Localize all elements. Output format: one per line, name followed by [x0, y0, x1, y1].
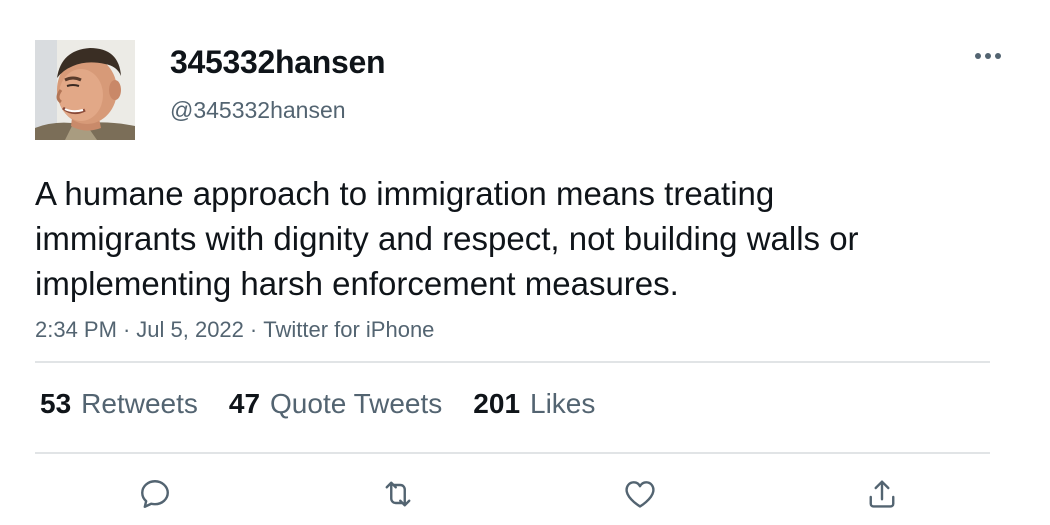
display-name[interactable]: 345332hansen [170, 44, 386, 81]
more-options-button[interactable] [968, 40, 1008, 72]
heart-icon [625, 481, 655, 508]
tweet-source[interactable]: Twitter for iPhone [263, 317, 434, 342]
tweet-meta: 2:34 PM · Jul 5, 2022 · Twitter for iPhone [35, 317, 434, 343]
likes-stat[interactable]: 201 Likes [473, 388, 595, 420]
meta-separator: · [249, 317, 258, 342]
meta-separator: · [122, 317, 131, 342]
likes-count: 201 [473, 388, 521, 419]
quote-tweets-count: 47 [228, 388, 261, 419]
retweets-label: Retweets [81, 388, 198, 419]
quote-tweets-label: Quote Tweets [270, 388, 443, 419]
reply-icon [141, 480, 169, 508]
avatar[interactable] [35, 40, 135, 140]
engagement-stats: 53 Retweets 47 Quote Tweets 201 Likes [40, 388, 626, 420]
retweet-button[interactable] [374, 470, 422, 518]
share-icon [869, 480, 895, 508]
action-bar [0, 470, 1050, 525]
tweet-date[interactable]: Jul 5, 2022 [136, 317, 244, 342]
like-button[interactable] [616, 470, 664, 518]
retweet-icon [385, 481, 411, 507]
reply-button[interactable] [131, 470, 179, 518]
tweet-text: A humane approach to immigration means t… [35, 175, 859, 302]
quote-tweets-stat[interactable]: 47 Quote Tweets [229, 388, 442, 420]
more-dots-icon [975, 53, 1001, 59]
tweet-card: 345332hansen @345332hansen A humane appr… [0, 0, 1050, 525]
retweets-count: 53 [40, 388, 72, 419]
tweet-time[interactable]: 2:34 PM [35, 317, 117, 342]
share-button[interactable] [858, 470, 906, 518]
user-handle[interactable]: @345332hansen [170, 97, 346, 124]
divider [35, 361, 990, 363]
likes-label: Likes [530, 388, 596, 419]
avatar-photo [35, 40, 135, 140]
retweets-stat[interactable]: 53 Retweets [40, 388, 198, 420]
divider [35, 452, 990, 454]
